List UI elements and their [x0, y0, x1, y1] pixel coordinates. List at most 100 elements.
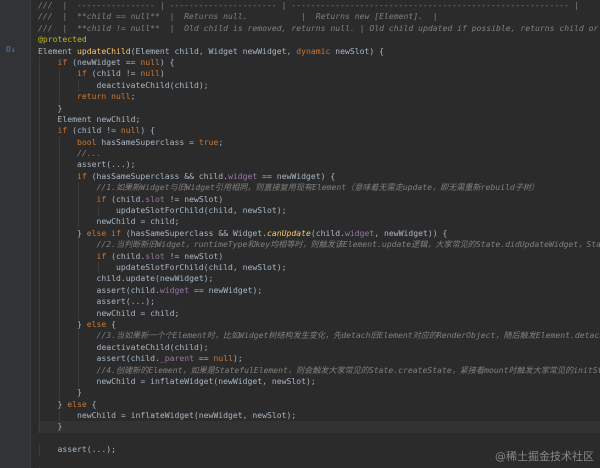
code-line[interactable]: assert(...); [38, 159, 600, 171]
code-line[interactable]: @protected [38, 34, 600, 45]
code-line[interactable]: if (hasSameSuperclass && child.widget ==… [38, 170, 600, 183]
code-line[interactable]: assert(child.widget == newWidget); [38, 284, 600, 297]
code-line[interactable]: if (newWidget == null) { [38, 56, 600, 69]
code-line[interactable] [38, 433, 600, 444]
code-line[interactable]: //1.如果新Widget与旧Widget引用相同，则直接复用现有Element… [38, 182, 600, 194]
code-line[interactable]: //3.当如果新一个个Element时，比如Widget树结构发生变化，先det… [38, 330, 600, 342]
code-line[interactable]: /// | ---------------- | ---------------… [38, 0, 600, 11]
indent-guide [78, 341, 80, 354]
code-token: == newWidget) { [257, 170, 336, 181]
indent-guide [39, 113, 40, 126]
code-line[interactable]: } else if (hasSameSuperclass && Widget.c… [38, 227, 600, 240]
code-line[interactable]: if (child.slot != newSlot) [38, 193, 600, 206]
code-token: //2.当判断新旧Widget，runtimeType和key均相等时，则触发该… [96, 239, 600, 250]
code-token: ) { [140, 125, 155, 136]
indent-guide [39, 205, 40, 217]
indent-guide [58, 410, 60, 422]
code-token: deactivateChild(child); [96, 79, 209, 90]
code-token: ) { [159, 56, 175, 67]
code-token: (hasSameSuperclass && Widget. [120, 227, 268, 238]
indent-guide [39, 421, 40, 433]
code-line[interactable]: //... [38, 148, 600, 160]
code-line[interactable]: /// | **child != null** | Old child is r… [38, 23, 600, 34]
code-line[interactable]: child.update(newWidget); [38, 273, 600, 285]
code-token: widget [159, 284, 190, 295]
code-line[interactable]: bool hasSameSuperclass = true; [38, 136, 600, 149]
code-line[interactable]: Element updateChild(Element child, Widge… [38, 46, 600, 57]
indent-guide [78, 273, 80, 285]
code-token: slot [145, 193, 165, 204]
code-line[interactable]: if (child != null) [38, 68, 600, 80]
override-method-icon[interactable]: O↓ [6, 45, 18, 55]
indent-guide [39, 182, 40, 194]
code-token: /// | ---------------- | ---------------… [38, 0, 579, 10]
indent-guide [39, 341, 40, 354]
indent-guide [58, 261, 60, 274]
code-line[interactable]: } [38, 421, 600, 433]
indent-guide [58, 148, 60, 160]
code-line[interactable]: newChild = inflateWidget(newWidget, newS… [38, 410, 600, 422]
code-token: else [67, 398, 87, 409]
code-line[interactable]: deactivateChild(child); [38, 341, 600, 354]
code-token: } [76, 387, 82, 398]
code-token: if [96, 250, 107, 261]
indent-guide [39, 56, 40, 69]
code-line[interactable]: newChild = inflateWidget(newWidget, newS… [38, 375, 600, 388]
indent-guide [39, 250, 40, 262]
code-line[interactable]: /// | **child == null** | Returns null. … [38, 11, 600, 22]
indent-guide [58, 284, 60, 297]
code-line[interactable]: } else { [38, 318, 600, 331]
code-token: newChild = inflateWidget(newWidget, newS… [96, 375, 316, 386]
indent-guide [58, 330, 60, 342]
code-line[interactable]: return null; [38, 91, 600, 103]
code-line[interactable]: if (child != null) { [38, 125, 600, 137]
gutter-separator [30, 0, 31, 468]
code-line[interactable]: updateSlotForChild(child, newSlot); [38, 205, 600, 217]
indent-guide [39, 79, 40, 92]
code-line[interactable]: newChild = child; [38, 216, 600, 228]
code-line[interactable]: updateSlotForChild(child, newSlot); [38, 261, 600, 274]
code-token: updateChild [76, 45, 131, 56]
code-line[interactable]: } [38, 102, 600, 114]
indent-guide [39, 296, 40, 308]
code-token: } [57, 398, 68, 409]
code-token: assert(...); [57, 444, 116, 455]
indent-guide [39, 318, 40, 331]
code-line[interactable]: Element newChild; [38, 113, 600, 126]
code-token: if [76, 170, 87, 181]
code-line[interactable]: if (child.slot != newSlot) [38, 250, 600, 262]
indent-guide [39, 353, 40, 365]
code-area[interactable]: /// | ---------------- | ---------------… [38, 0, 600, 468]
code-line[interactable]: assert(child._parent == null); [38, 353, 600, 365]
code-line[interactable]: deactivateChild(child); [38, 79, 600, 92]
code-line[interactable]: } [38, 387, 600, 399]
code-line[interactable]: newChild = child; [38, 307, 600, 319]
code-line[interactable]: assert(...); [38, 296, 600, 308]
code-token: true [198, 136, 219, 147]
indent-guide [58, 273, 60, 285]
code-editor[interactable]: O↓ /// | ---------------- | ------------… [0, 0, 600, 468]
code-token: (child. [106, 250, 146, 261]
code-token: } [76, 227, 87, 238]
code-line[interactable]: } else { [38, 398, 600, 411]
indent-guide [78, 296, 80, 308]
code-line[interactable]: //4.创建新的Element，如果是StatefulElement，则会触发大… [38, 364, 600, 376]
indent-guide [58, 364, 60, 376]
indent-guide [39, 284, 40, 297]
code-line[interactable]: //2.当判断新旧Widget，runtimeType和key均相等时，则触发该… [38, 239, 600, 251]
code-token: return null [76, 91, 131, 102]
